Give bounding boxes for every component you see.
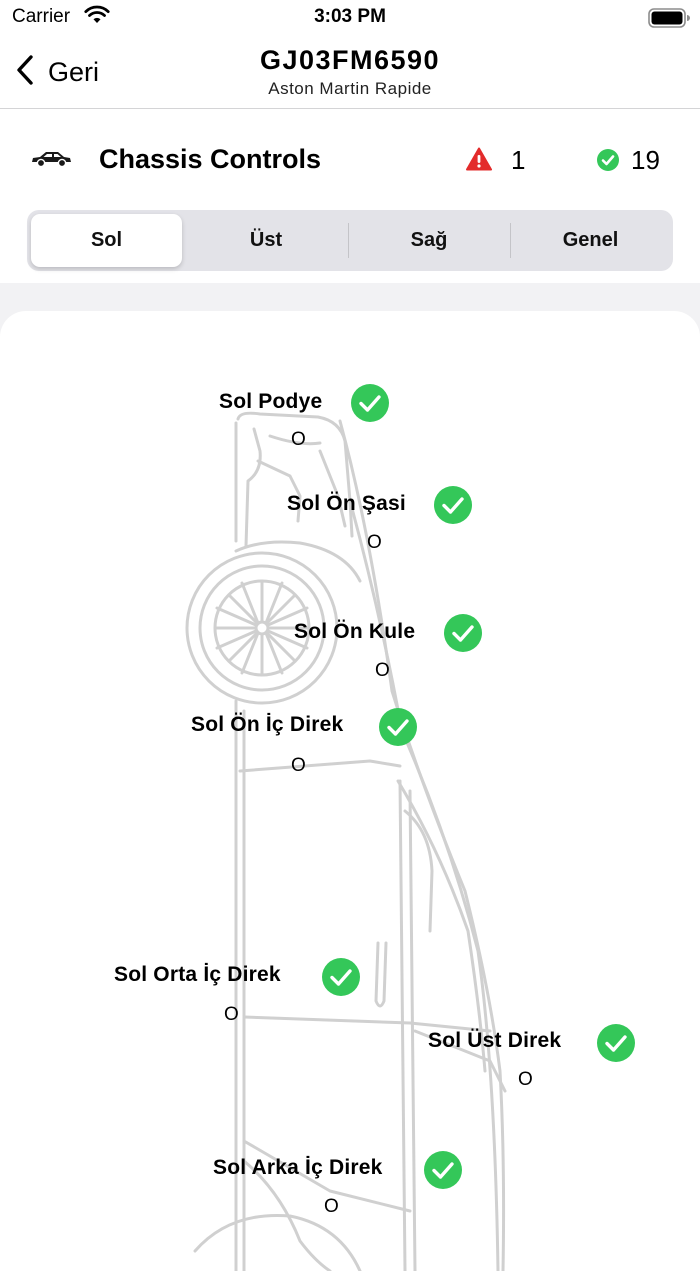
tab-sag[interactable]: Sağ	[350, 214, 508, 267]
check-circle-icon	[597, 149, 619, 176]
check-icon[interactable]	[444, 614, 482, 657]
check-icon[interactable]	[322, 958, 360, 1001]
warning-icon	[466, 147, 492, 176]
section-header: Chassis Controls 1 19 Sol Üst Sağ Genel	[0, 109, 700, 283]
point-label: Sol Arka İç Direk	[213, 1156, 383, 1179]
tab-ust[interactable]: Üst	[186, 214, 346, 267]
car-icon	[30, 149, 72, 174]
check-icon[interactable]	[597, 1024, 635, 1067]
point-label: Sol Ön Şasi	[287, 492, 406, 515]
point-label: Sol Üst Direk	[428, 1029, 562, 1052]
segment-divider	[510, 223, 511, 258]
vehicle-subtitle: Aston Martin Rapide	[268, 79, 432, 98]
status-bar: Carrier 3:03 PM	[0, 0, 700, 36]
segment-divider	[348, 223, 349, 258]
tab-genel[interactable]: Genel	[512, 214, 669, 267]
point-value: O	[375, 660, 390, 681]
clock-time: 3:03 PM	[314, 6, 386, 27]
chassis-diagram-card: Sol Podye O Sol Ön Şasi O Sol Ön Kule O …	[0, 311, 700, 1271]
section-title: Chassis Controls	[99, 144, 322, 174]
plate-title: GJ03FM6590	[259, 45, 441, 75]
point-label: Sol Podye	[219, 390, 323, 413]
check-icon[interactable]	[434, 486, 472, 529]
point-label: Sol Ön Kule	[294, 620, 416, 643]
battery-icon	[648, 8, 690, 33]
point-label: Sol Orta İç Direk	[114, 963, 281, 986]
side-segmented-control: Sol Üst Sağ Genel	[27, 210, 673, 271]
navigation-bar: Geri GJ03FM6590 Aston Martin Rapide	[0, 36, 700, 109]
warning-count: 1	[511, 145, 526, 175]
point-value: O	[224, 1004, 239, 1025]
check-icon[interactable]	[351, 384, 389, 427]
ok-count: 19	[631, 145, 660, 175]
check-icon[interactable]	[424, 1151, 462, 1194]
tab-sol[interactable]: Sol	[31, 214, 182, 267]
point-value: O	[518, 1069, 533, 1090]
point-value: O	[291, 429, 306, 450]
point-value: O	[367, 532, 382, 553]
point-label: Sol Ön İç Direk	[191, 713, 344, 736]
car-side-outline	[185, 411, 507, 1271]
point-value: O	[291, 755, 306, 776]
point-value: O	[324, 1196, 339, 1217]
check-icon[interactable]	[379, 708, 417, 751]
